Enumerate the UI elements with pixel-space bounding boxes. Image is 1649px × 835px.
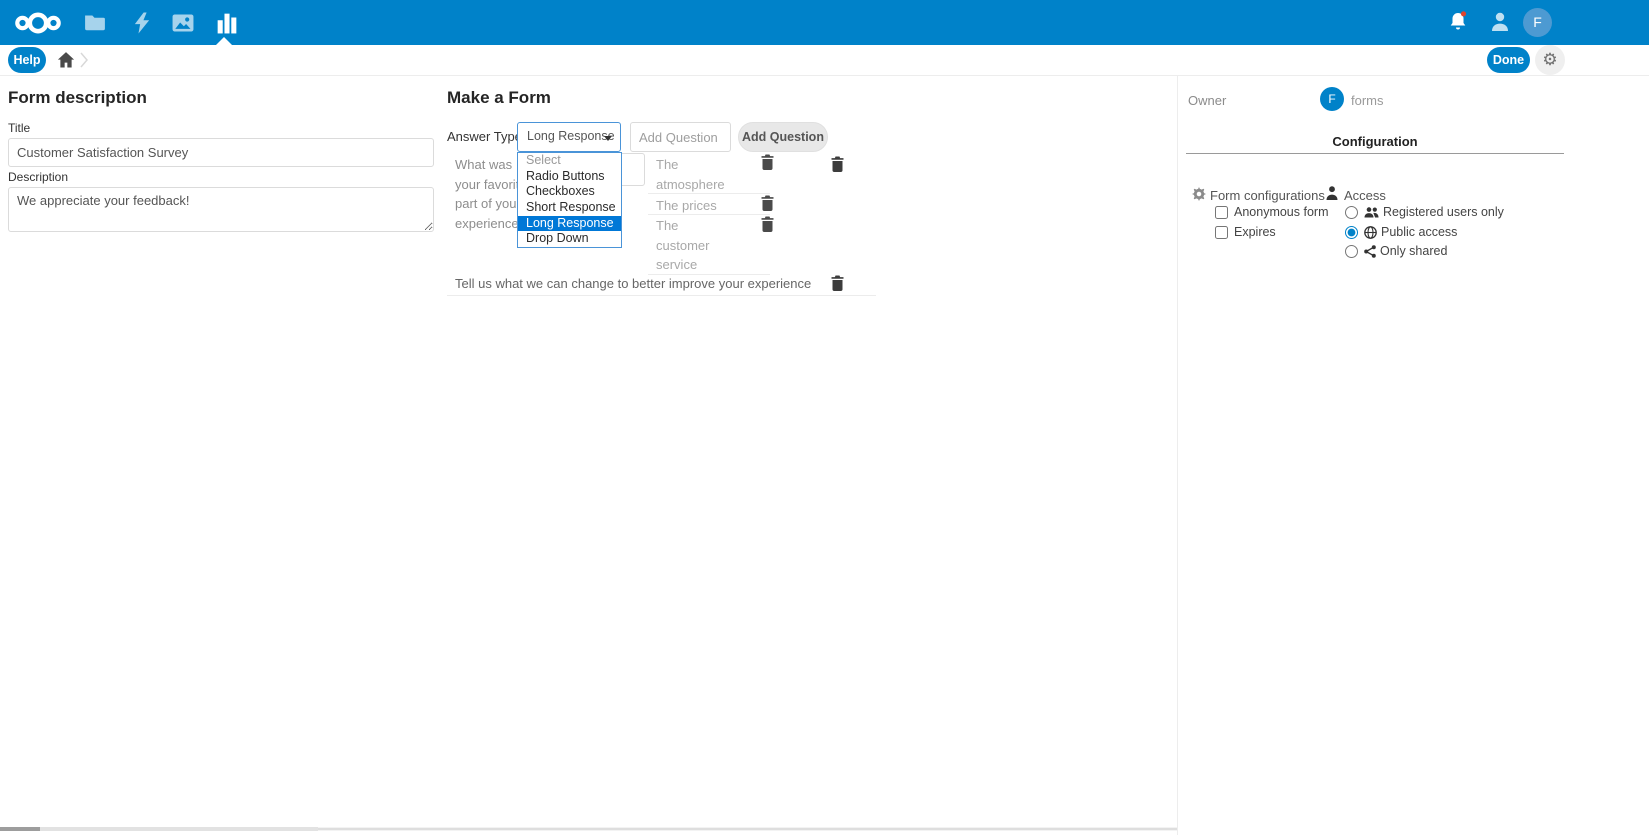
help-button[interactable]: Help (8, 47, 46, 73)
group-icon (1364, 207, 1379, 218)
answer-type-dropdown-list: Select Radio Buttons Checkboxes Short Re… (517, 152, 622, 248)
nextcloud-logo-icon[interactable] (14, 10, 62, 36)
done-button[interactable]: Done (1487, 47, 1530, 73)
dropdown-option-drop-down[interactable]: Drop Down (518, 231, 621, 247)
trash-icon (830, 156, 845, 172)
answer-type-select[interactable]: Long Response (517, 122, 621, 152)
only-shared-radio[interactable] (1345, 245, 1358, 258)
option-divider (648, 214, 770, 215)
answer-type-value: Long Response (527, 129, 615, 143)
trash-icon (760, 216, 775, 232)
title-label: Title (8, 121, 30, 135)
files-app-icon[interactable] (84, 12, 106, 34)
dropdown-option-checkboxes[interactable]: Checkboxes (518, 184, 621, 200)
form-description-heading: Form description (8, 88, 147, 108)
form-settings-gear-button[interactable]: ⚙ (1535, 45, 1565, 75)
form-description-input[interactable]: We appreciate your feedback! (8, 187, 434, 232)
expires-label[interactable]: Expires (1234, 225, 1276, 239)
gear-icon (1192, 187, 1206, 201)
share-icon (1364, 245, 1376, 258)
globe-icon (1364, 226, 1377, 239)
notifications-bell-icon[interactable] (1448, 11, 1468, 33)
expires-checkbox[interactable] (1215, 226, 1228, 239)
active-app-indicator (216, 37, 232, 45)
app-toolbar: Help Done ⚙ (0, 45, 1649, 76)
trash-icon (760, 195, 775, 211)
breadcrumb-chevron-icon (79, 50, 89, 70)
registered-users-option: Registered users only (1345, 205, 1504, 219)
chevron-down-icon (604, 136, 612, 141)
owner-avatar: F (1320, 87, 1344, 111)
registered-users-label[interactable]: Registered users only (1383, 205, 1504, 219)
configuration-heading: Configuration (1186, 134, 1564, 149)
horizontal-scrollbar-region (0, 827, 318, 831)
app-header: F (0, 0, 1649, 45)
expires-option: Expires (1215, 225, 1276, 239)
owner-label: Owner (1188, 93, 1226, 108)
answer-type-label: Answer Type: (447, 129, 526, 144)
question-option[interactable]: The atmosphere (656, 155, 732, 194)
question-text[interactable]: Tell us what we can change to better imp… (455, 276, 811, 291)
access-heading: Access (1344, 188, 1386, 203)
notification-dot (1461, 11, 1466, 16)
add-question-button[interactable]: Add Question (738, 122, 828, 152)
user-avatar[interactable]: F (1523, 8, 1552, 37)
delete-question-button[interactable] (830, 156, 845, 172)
public-access-label[interactable]: Public access (1381, 225, 1457, 239)
public-access-option: Public access (1345, 225, 1457, 239)
question-option[interactable]: The customer service (656, 216, 732, 275)
form-title-input[interactable] (8, 138, 434, 167)
option-divider (648, 274, 770, 275)
make-form-heading: Make a Form (447, 88, 551, 108)
horizontal-scrollbar-thumb[interactable] (0, 827, 40, 831)
option-divider (648, 193, 770, 194)
configuration-sidebar: Owner F forms Configuration Form configu… (1177, 76, 1649, 835)
form-configurations-heading: Form configurations (1210, 188, 1325, 203)
public-access-radio[interactable] (1345, 226, 1358, 239)
anonymous-form-checkbox[interactable] (1215, 206, 1228, 219)
delete-question-button[interactable] (830, 275, 845, 291)
photos-app-icon[interactable] (172, 12, 194, 34)
delete-option-button[interactable] (760, 216, 775, 232)
registered-users-radio[interactable] (1345, 206, 1358, 219)
question-divider (447, 295, 876, 296)
dropdown-option-long-response[interactable]: Long Response (518, 216, 621, 232)
dropdown-option-short-response[interactable]: Short Response (518, 200, 621, 216)
contacts-app-icon[interactable] (1490, 11, 1510, 32)
anonymous-form-label[interactable]: Anonymous form (1234, 205, 1328, 219)
delete-option-button[interactable] (760, 195, 775, 211)
only-shared-label[interactable]: Only shared (1380, 244, 1447, 258)
configuration-divider (1186, 153, 1564, 154)
trash-icon (760, 154, 775, 170)
person-icon (1326, 186, 1338, 200)
delete-option-button[interactable] (760, 154, 775, 170)
description-label: Description (8, 170, 68, 184)
home-breadcrumb-icon[interactable] (57, 51, 75, 69)
activity-app-icon[interactable] (131, 12, 153, 34)
owner-name: forms (1351, 93, 1384, 108)
forms-app-icon[interactable] (216, 12, 238, 34)
anonymous-form-option: Anonymous form (1215, 205, 1328, 219)
trash-icon (830, 275, 845, 291)
dropdown-option-select[interactable]: Select (518, 153, 621, 169)
bottom-divider (318, 828, 1177, 830)
only-shared-option: Only shared (1345, 244, 1447, 258)
dropdown-option-radio-buttons[interactable]: Radio Buttons (518, 169, 621, 185)
add-question-input[interactable] (630, 122, 731, 152)
question-option[interactable]: The prices (656, 196, 732, 216)
